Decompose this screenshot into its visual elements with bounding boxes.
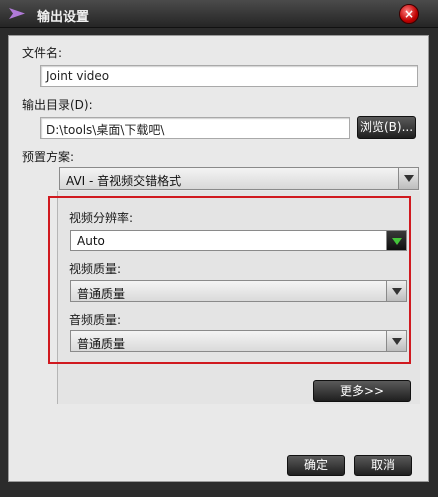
settings-panel: 文件名: Joint video 输出目录(D): D:\tools\桌面\下载…	[8, 35, 429, 482]
chevron-down-icon	[386, 331, 406, 351]
preset-value: AVI - 音视频交错格式	[66, 174, 182, 188]
chevron-down-icon	[386, 281, 406, 301]
video-quality-value: 普通质量	[77, 287, 126, 301]
filename-label: 文件名:	[22, 46, 63, 60]
audio-quality-value: 普通质量	[77, 337, 126, 351]
window-title: 输出设置	[37, 10, 90, 25]
preset-dropdown[interactable]: AVI - 音视频交错格式	[59, 167, 419, 190]
video-quality-dropdown[interactable]: 普通质量	[70, 280, 407, 302]
resolution-label: 视频分辨率:	[69, 211, 134, 225]
browse-button[interactable]: 浏览(B)...	[357, 116, 416, 139]
resolution-dropdown[interactable]: Auto	[70, 230, 407, 251]
resolution-value: Auto	[77, 234, 105, 248]
chevron-down-icon	[398, 168, 418, 189]
output-dir-label: 输出目录(D):	[22, 98, 93, 112]
title-bar[interactable]: 输出设置 ×	[0, 0, 438, 28]
preset-label: 预置方案:	[22, 150, 75, 164]
video-quality-label: 视频质量:	[69, 262, 122, 276]
output-settings-dialog: 输出设置 × 文件名: Joint video 输出目录(D): D:\tool…	[0, 0, 438, 497]
ok-button[interactable]: 确定	[287, 455, 345, 476]
chevron-down-icon	[386, 231, 406, 250]
close-button[interactable]: ×	[399, 4, 419, 24]
app-arrow-icon	[9, 8, 25, 19]
audio-quality-label: 音频质量:	[69, 313, 122, 327]
cancel-button[interactable]: 取消	[354, 455, 412, 476]
audio-quality-dropdown[interactable]: 普通质量	[70, 330, 407, 352]
filename-input[interactable]: Joint video	[40, 65, 418, 87]
more-button[interactable]: 更多>>	[313, 380, 411, 402]
output-dir-input[interactable]: D:\tools\桌面\下载吧\	[40, 117, 350, 139]
